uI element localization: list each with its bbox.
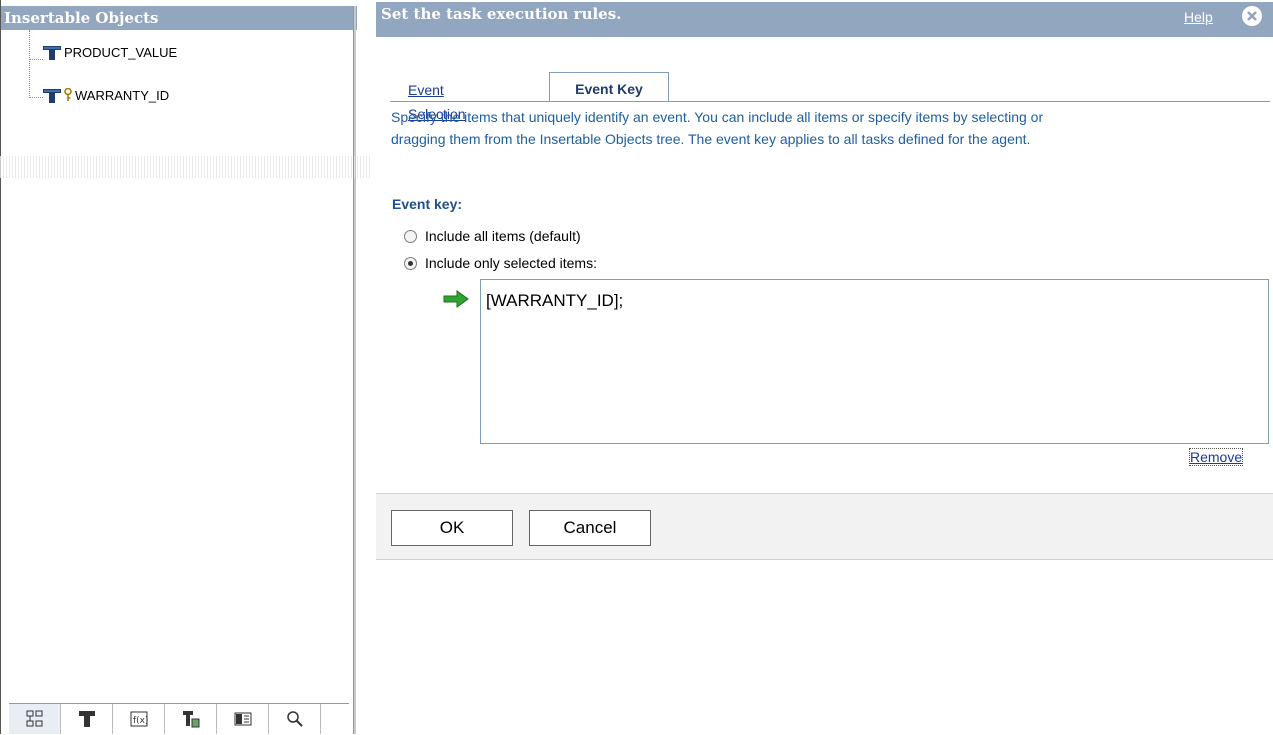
table-column-icon bbox=[43, 44, 61, 60]
tree-item-product-value[interactable]: PRODUCT_VALUE bbox=[43, 42, 177, 62]
tree-item-label: WARRANTY_ID bbox=[75, 87, 170, 103]
table-edit-icon bbox=[182, 711, 199, 728]
arrow-right-icon bbox=[443, 290, 469, 308]
insertable-objects-tabbar: f(x) bbox=[9, 703, 349, 735]
tab-tree-view[interactable] bbox=[9, 704, 61, 734]
tree-connector bbox=[29, 59, 43, 60]
event-key-value[interactable]: [WARRANTY_ID]; bbox=[486, 291, 623, 311]
table-column-icon bbox=[43, 87, 61, 103]
panel-icon bbox=[234, 712, 251, 726]
tab-table-edit[interactable] bbox=[165, 704, 217, 734]
include-selected-label: Include only selected items: bbox=[425, 255, 597, 271]
help-link[interactable]: Help bbox=[1184, 9, 1213, 25]
close-button[interactable] bbox=[1242, 6, 1262, 26]
search-icon bbox=[286, 711, 303, 727]
include-all-radio[interactable] bbox=[404, 229, 417, 243]
insertable-objects-title: Insertable Objects bbox=[1, 6, 357, 30]
tree-item-warranty-id[interactable]: WARRANTY_ID bbox=[43, 85, 169, 105]
tab-search[interactable] bbox=[269, 704, 321, 734]
key-icon bbox=[64, 88, 72, 102]
function-icon: f(x) bbox=[130, 711, 148, 727]
ok-button[interactable]: OK bbox=[391, 510, 513, 546]
tab-table[interactable] bbox=[61, 704, 113, 734]
tree-item-label: PRODUCT_VALUE bbox=[64, 44, 178, 60]
option-include-all[interactable]: Include all items (default) bbox=[404, 225, 581, 247]
svg-text:f(x): f(x) bbox=[133, 716, 148, 726]
include-selected-radio[interactable] bbox=[404, 256, 417, 270]
event-key-label: Event key: bbox=[392, 196, 463, 212]
option-include-selected[interactable]: Include only selected items: bbox=[404, 252, 597, 274]
description-line: Specify the items that uniquely identify… bbox=[391, 109, 1044, 125]
tab-function[interactable]: f(x) bbox=[113, 704, 165, 734]
tab-divider bbox=[390, 101, 1270, 102]
tab-event-key[interactable]: Event Key bbox=[549, 72, 669, 102]
tab-panel[interactable] bbox=[217, 704, 269, 734]
drag-strip bbox=[0, 156, 372, 178]
description: Specify the items that uniquely identify… bbox=[391, 106, 1251, 150]
tab-event-selection[interactable]: Event Selection bbox=[408, 78, 466, 122]
panel-splitter[interactable] bbox=[353, 6, 356, 734]
close-icon bbox=[1247, 11, 1257, 21]
description-line: dragging them from the Insertable Object… bbox=[391, 131, 1031, 147]
remove-link[interactable]: Remove bbox=[1188, 448, 1244, 466]
cancel-button[interactable]: Cancel bbox=[529, 510, 651, 546]
include-all-label: Include all items (default) bbox=[425, 228, 581, 244]
tree-connector bbox=[29, 97, 43, 98]
tree-view-icon bbox=[26, 710, 42, 727]
tree-connector bbox=[29, 30, 30, 98]
table-icon bbox=[78, 711, 95, 727]
dialog-title: Set the task execution rules. bbox=[381, 5, 622, 23]
insertable-objects-panel: Insertable Objects PRODUCT_VALUE WARRANT… bbox=[0, 0, 357, 735]
